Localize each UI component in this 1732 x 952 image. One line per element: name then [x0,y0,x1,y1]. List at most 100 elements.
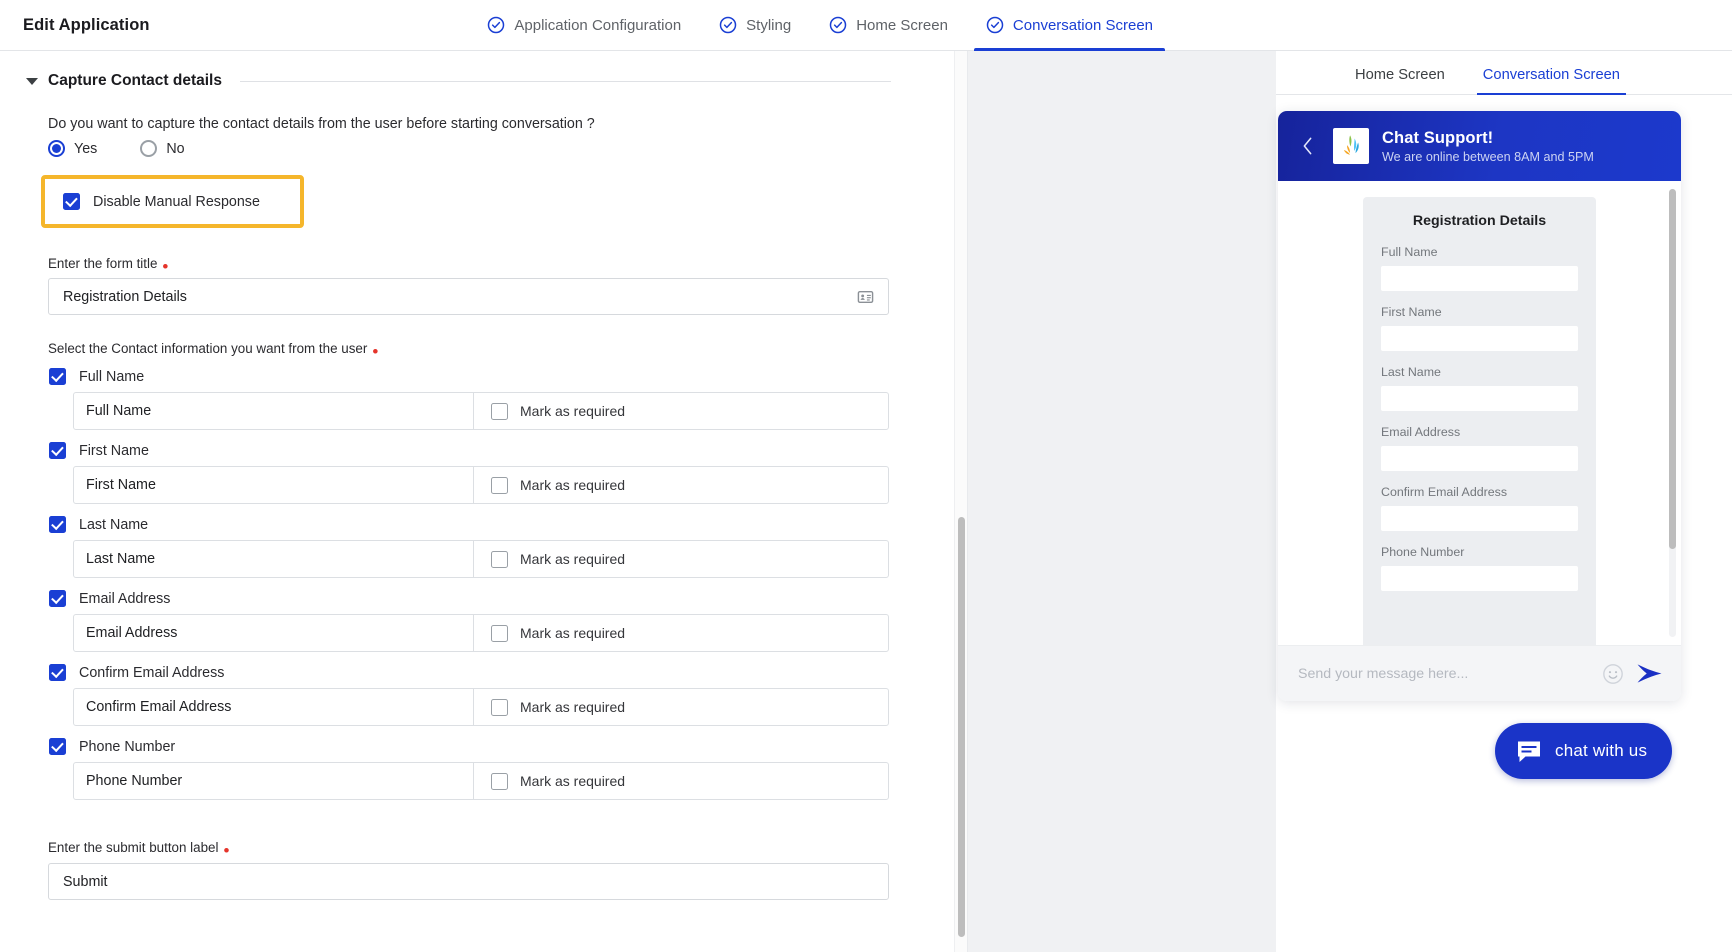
check-circle-icon [487,16,505,34]
chat-body-scrollbar[interactable] [1669,189,1676,637]
chat-widget-body: Registration Details Full Name First Nam… [1278,181,1681,645]
brand-splash-logo [1333,128,1369,164]
form-scroll-area: Capture Contact details Do you want to c… [0,51,955,952]
contact-field-name-input[interactable]: Confirm Email Address [74,689,474,725]
mark-as-required-toggle[interactable]: Mark as required [474,467,888,503]
radio-yes[interactable]: Yes [48,140,97,157]
radio-label: No [166,140,185,157]
contact-field-name-input[interactable]: Email Address [74,615,474,651]
chat-composer: Send your message here... [1278,645,1681,701]
contact-field-checkbox[interactable] [49,590,66,607]
mark-as-required-checkbox[interactable] [491,476,508,494]
contact-field-row: First Name Mark as required [73,466,889,504]
radio-no[interactable]: No [140,140,185,157]
preview-tab-conversation-screen[interactable]: Conversation Screen [1473,67,1630,95]
contact-field-toggle[interactable]: Last Name [49,516,898,533]
form-title-input[interactable]: Registration Details [48,278,889,315]
configuration-form-panel: Capture Contact details Do you want to c… [0,51,968,952]
contact-field-checkbox[interactable] [49,516,66,533]
contact-field-name-input[interactable]: Phone Number [74,763,474,799]
submit-label-text: Enter the submit button label [48,840,219,855]
contact-field-label: Confirm Email Address [79,664,225,681]
mark-as-required-label: Mark as required [520,699,626,715]
form-body: Do you want to capture the contact detai… [41,90,898,900]
form-panel-scrollbar[interactable] [954,51,967,952]
contact-card-icon[interactable] [857,288,874,305]
contact-field-toggle[interactable]: Full Name [49,368,898,385]
capture-contact-details-section-header[interactable]: Capture Contact details [26,72,891,90]
disable-manual-response-checkbox[interactable] [63,193,80,210]
contact-field-label: Full Name [79,368,145,385]
tab-application-configuration[interactable]: Application Configuration [468,0,700,51]
preview-field-input[interactable] [1381,266,1578,291]
form-panel-scrollbar-thumb[interactable] [958,517,965,937]
chat-body-scrollbar-thumb[interactable] [1669,189,1676,549]
mark-as-required-toggle[interactable]: Mark as required [474,763,888,799]
chat-with-us-button[interactable]: chat with us [1495,723,1673,779]
message-input[interactable]: Send your message here... [1298,666,1590,682]
contact-field-label: First Name [79,442,149,459]
contact-field-row: Last Name Mark as required [73,540,889,578]
contact-field-full-name: Full Name Full Name Mark as required [48,368,898,430]
check-circle-icon [986,16,1004,34]
contact-field-toggle[interactable]: Confirm Email Address [49,664,898,681]
chat-widget-preview: Chat Support! We are online between 8AM … [1278,111,1681,701]
preview-field-input[interactable] [1381,506,1578,531]
mark-as-required-toggle[interactable]: Mark as required [474,393,888,429]
mark-as-required-toggle[interactable]: Mark as required [474,615,888,651]
chevron-left-icon[interactable] [1302,137,1313,155]
preview-field-input[interactable] [1381,446,1578,471]
section-divider [239,80,891,82]
disable-manual-response-highlight: Disable Manual Response [41,175,304,228]
mark-as-required-checkbox[interactable] [491,550,508,568]
contact-field-name-input[interactable]: First Name [74,467,474,503]
preview-field-label: First Name [1381,305,1442,319]
chat-widget-header-texts: Chat Support! We are online between 8AM … [1382,129,1594,164]
contact-field-name-input[interactable]: Full Name [74,393,474,429]
mark-as-required-checkbox[interactable] [491,402,508,420]
preview-field-label: Confirm Email Address [1381,485,1508,499]
chat-bubble-icon [1516,740,1542,763]
contact-field-checkbox[interactable] [49,664,66,681]
chat-with-us-label: chat with us [1555,741,1648,760]
tab-home-screen[interactable]: Home Screen [810,0,967,51]
send-arrow-icon[interactable] [1636,662,1663,685]
tab-conversation-screen[interactable]: Conversation Screen [967,0,1172,51]
smiley-icon[interactable] [1602,663,1624,685]
contact-field-toggle[interactable]: Email Address [49,590,898,607]
preview-tab-home-screen[interactable]: Home Screen [1345,67,1455,94]
chat-widget-title: Chat Support! [1382,128,1494,147]
preview-field-full-name: Full Name [1381,245,1578,291]
contact-field-label: Phone Number [79,738,176,755]
radio-indicator[interactable] [48,140,65,157]
contact-field-name-input[interactable]: Last Name [74,541,474,577]
submit-button-label-value: Submit [63,873,108,890]
contact-field-phone-number: Phone Number Phone Number Mark as requir… [48,738,898,800]
mark-as-required-checkbox[interactable] [491,772,508,790]
preview-field-input[interactable] [1381,386,1578,411]
edit-application-page: Edit Application Application Configurati… [0,0,1732,952]
contact-field-checkbox[interactable] [49,442,66,459]
tab-styling[interactable]: Styling [700,0,810,51]
contact-field-checkbox[interactable] [49,738,66,755]
mark-as-required-toggle[interactable]: Mark as required [474,541,888,577]
mark-as-required-toggle[interactable]: Mark as required [474,689,888,725]
tab-label: Conversation Screen [1012,16,1153,34]
contact-field-checkbox[interactable] [49,368,66,385]
contact-field-row: Email Address Mark as required [73,614,889,652]
section-title: Capture Contact details [48,72,222,89]
contact-field-toggle[interactable]: Phone Number [49,738,898,755]
tab-label: Application Configuration [514,16,682,34]
preview-field-input[interactable] [1381,326,1578,351]
radio-indicator[interactable] [140,140,158,157]
preview-panel: Home Screen Conversation Screen Chat Sup… [968,51,1732,952]
mark-as-required-checkbox[interactable] [491,698,508,716]
contact-info-label-text: Select the Contact information you want … [48,341,368,356]
preview-field-input[interactable] [1381,566,1578,591]
submit-button-label-input[interactable]: Submit [48,863,889,900]
caret-down-icon[interactable] [26,77,38,85]
contact-field-row: Full Name Mark as required [73,392,889,430]
preview-field-label: Full Name [1381,245,1438,259]
mark-as-required-checkbox[interactable] [491,624,508,642]
contact-field-toggle[interactable]: First Name [49,442,898,459]
